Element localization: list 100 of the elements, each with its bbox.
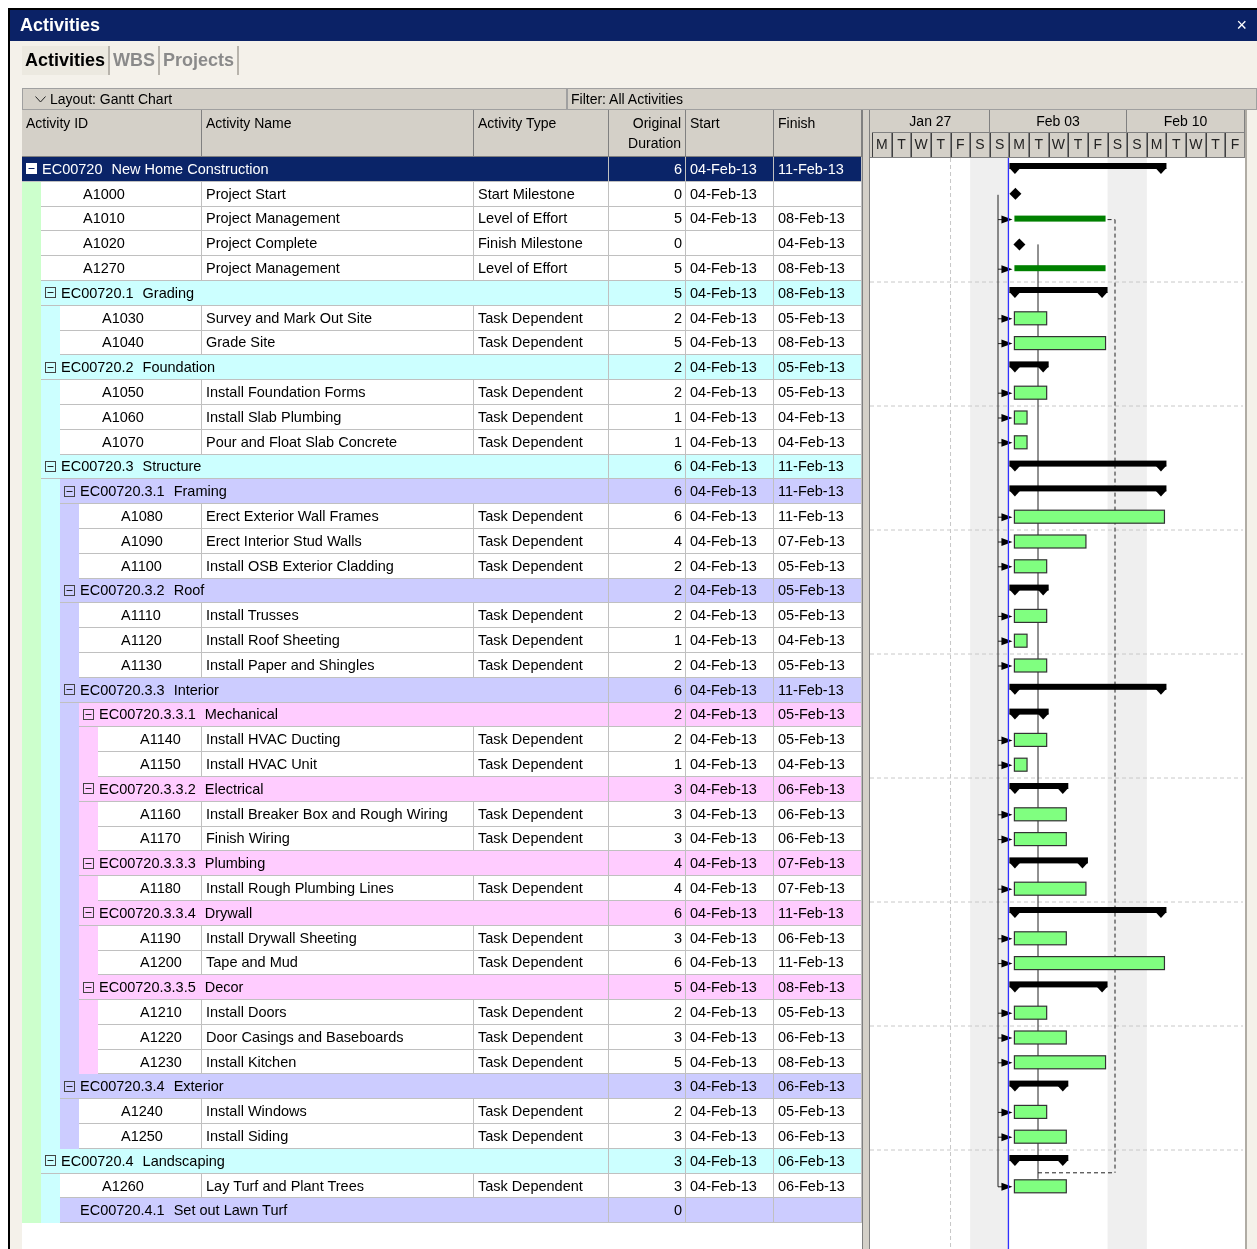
activity-name-cell: Erect Exterior Wall Frames	[202, 504, 474, 529]
tab[interactable]: Activities	[22, 46, 111, 75]
column-header[interactable]: Activity Type	[474, 110, 609, 157]
wbs-row[interactable]: EC00720.1 Grading 5 04-Feb-13 08-Feb-13	[22, 281, 862, 306]
collapse-toggle[interactable]	[64, 584, 75, 596]
day-header: F	[1087, 133, 1108, 157]
wbs-name: Structure	[142, 458, 202, 475]
caret-icon	[35, 95, 46, 103]
column-header[interactable]: Original Duration	[609, 110, 686, 157]
task-bar	[1013, 931, 1067, 946]
wbs-name: Set out Lawn Turf	[173, 1202, 288, 1219]
start-date-cell: 04-Feb-13	[686, 1000, 774, 1025]
column-header[interactable]: Activity ID	[22, 110, 202, 157]
relationship-arrow	[997, 761, 1013, 770]
activity-row[interactable]: A1200 Tape and Mud Task Dependent 6 04-Feb-13 11-Feb-13	[22, 950, 862, 976]
activity-row[interactable]: A1220 Door Casings and Baseboards Task Dependent 3 04-Feb-13 06-Feb-13	[22, 1024, 862, 1050]
activity-row[interactable]: A1110 Install Trusses Task Dependent 2 04-Feb-13 05-Feb-13	[22, 603, 862, 629]
collapse-toggle[interactable]	[64, 485, 75, 497]
activity-type-cell: Task Dependent	[474, 528, 609, 554]
activity-type-cell: Task Dependent	[474, 876, 609, 901]
wbs-row[interactable]: EC00720.3.3.1 Mechanical 2 04-Feb-13 05-Feb-13	[22, 702, 862, 728]
activity-row[interactable]: A1160 Install Breaker Box and Rough Wiring Task Dependent 3 04-Feb-13 06-Feb-13	[22, 801, 862, 827]
activity-id-cell: A1100	[79, 553, 202, 579]
collapse-toggle[interactable]	[83, 981, 94, 993]
wbs-row[interactable]: EC00720.3.3.2 Electrical 3 04-Feb-13 06-Feb-13	[22, 776, 862, 802]
task-bar	[1013, 807, 1067, 822]
activity-row[interactable]: A1070 Pour and Float Slab Concrete Task Dependent 1 04-Feb-13 04-Feb-13	[22, 429, 862, 455]
activity-row[interactable]: A1260 Lay Turf and Plant Trees Task Dependent 3 04-Feb-13 06-Feb-13	[22, 1173, 862, 1199]
activity-row[interactable]: A1010 Project Management Level of Effort 5 04-Feb-13 08-Feb-13	[22, 206, 862, 232]
activity-id-cell: A1070	[60, 429, 202, 455]
activity-row[interactable]: A1230 Install Kitchen Task Dependent 5 04-Feb-13 08-Feb-13	[22, 1049, 862, 1075]
activity-id-cell: A1210	[98, 1000, 202, 1025]
day-header: W	[1186, 133, 1206, 157]
activity-row[interactable]: A1000 Project Start Start Milestone 0 04-Feb-13	[22, 181, 862, 207]
pane-splitter[interactable]	[862, 110, 870, 1249]
duration-cell: 3	[609, 1148, 686, 1174]
activity-row[interactable]: A1120 Install Roof Sheeting Task Dependent 1 04-Feb-13 04-Feb-13	[22, 628, 862, 653]
task-bar	[1013, 559, 1048, 574]
activity-row[interactable]: A1270 Project Management Level of Effort 5 04-Feb-13 08-Feb-13	[22, 256, 862, 281]
start-date-cell: 04-Feb-13	[686, 404, 774, 430]
activity-row[interactable]: A1080 Erect Exterior Wall Frames Task Dependent 6 04-Feb-13 11-Feb-13	[22, 504, 862, 529]
activity-row[interactable]: A1020 Project Complete Finish Milestone 0 04-Feb-13	[22, 231, 862, 257]
activity-row[interactable]: A1180 Install Rough Plumbing Lines Task Dependent 4 04-Feb-13 07-Feb-13	[22, 876, 862, 901]
activity-row[interactable]: A1030 Survey and Mark Out Site Task Dependent 2 04-Feb-13 05-Feb-13	[22, 305, 862, 331]
activity-id-cell: A1270	[41, 256, 202, 281]
collapse-toggle[interactable]	[45, 460, 56, 472]
summary-bar	[1009, 1155, 1069, 1166]
activity-row[interactable]: A1130 Install Paper and Shingles Task Dependent 2 04-Feb-13 05-Feb-13	[22, 652, 862, 678]
collapse-toggle[interactable]	[45, 361, 56, 373]
duration-cell: 6	[609, 157, 686, 182]
collapse-toggle[interactable]	[83, 708, 94, 720]
column-header[interactable]: Activity Name	[202, 110, 474, 157]
milestone-diamond	[1009, 187, 1022, 200]
activity-row[interactable]: A1050 Install Foundation Forms Task Dependent 2 04-Feb-13 05-Feb-13	[22, 380, 862, 405]
wbs-row[interactable]: EC00720.3.3 Interior 6 04-Feb-13 11-Feb-13	[22, 677, 862, 703]
activity-row[interactable]: A1090 Erect Interior Stud Walls Task Dependent 4 04-Feb-13 07-Feb-13	[22, 528, 862, 554]
collapse-toggle[interactable]	[45, 1155, 56, 1167]
activity-row[interactable]: A1140 Install HVAC Ducting Task Dependent 2 04-Feb-13 05-Feb-13	[22, 727, 862, 753]
wbs-row[interactable]: EC00720 New Home Construction 6 04-Feb-13 11-Feb-13	[22, 157, 862, 182]
activity-row[interactable]: A1170 Finish Wiring Task Dependent 3 04-Feb-13 06-Feb-13	[22, 826, 862, 852]
collapse-toggle[interactable]	[45, 287, 56, 299]
layout-dropdown[interactable]: Layout: Gantt Chart	[22, 88, 567, 110]
wbs-code: EC00720.4.1	[80, 1202, 165, 1219]
activity-row[interactable]: A1100 Install OSB Exterior Cladding Task Dependent 2 04-Feb-13 05-Feb-13	[22, 553, 862, 579]
wbs-row[interactable]: EC00720.3.4 Exterior 3 04-Feb-13 06-Feb-13	[22, 1074, 862, 1100]
wbs-row[interactable]: EC00720.4.1 Set out Lawn Turf 0	[22, 1198, 862, 1224]
activity-row[interactable]: A1210 Install Doors Task Dependent 2 04-Feb-13 05-Feb-13	[22, 1000, 862, 1025]
wbs-row[interactable]: EC00720.2 Foundation 2 04-Feb-13 05-Feb-13	[22, 355, 862, 381]
collapse-toggle[interactable]	[64, 1080, 75, 1092]
wbs-row[interactable]: EC00720.4 Landscaping 3 04-Feb-13 06-Feb-13	[22, 1148, 862, 1174]
column-header[interactable]: Finish	[774, 110, 862, 157]
relationship-arrow	[997, 1133, 1013, 1142]
wbs-row[interactable]: EC00720.3.3.4 Drywall 6 04-Feb-13 11-Feb-13	[22, 900, 862, 926]
duration-cell: 0	[609, 1198, 686, 1224]
activity-row[interactable]: A1250 Install Siding Task Dependent 3 04-Feb-13 06-Feb-13	[22, 1124, 862, 1149]
wbs-row[interactable]: EC00720.3.2 Roof 2 04-Feb-13 05-Feb-13	[22, 578, 862, 604]
wbs-name: Interior	[173, 681, 219, 698]
wbs-code: EC00720.3.3	[80, 681, 165, 698]
activity-row[interactable]: A1240 Install Windows Task Dependent 2 04-Feb-13 05-Feb-13	[22, 1099, 862, 1125]
close-button[interactable]: ×	[1234, 15, 1249, 36]
collapse-toggle[interactable]	[64, 684, 75, 696]
collapse-toggle[interactable]	[83, 857, 94, 869]
collapse-toggle[interactable]	[83, 783, 94, 795]
wbs-row[interactable]: EC00720.3 Structure 6 04-Feb-13 11-Feb-13	[22, 454, 862, 480]
activity-row[interactable]: A1040 Grade Site Task Dependent 5 04-Feb-13 08-Feb-13	[22, 330, 862, 356]
activity-row[interactable]: A1060 Install Slab Plumbing Task Dependent 1 04-Feb-13 04-Feb-13	[22, 404, 862, 430]
relationship-arrow	[997, 934, 1013, 943]
activity-row[interactable]: A1190 Install Drywall Sheeting Task Dependent 3 04-Feb-13 06-Feb-13	[22, 925, 862, 951]
activity-row[interactable]: A1150 Install HVAC Unit Task Dependent 1 04-Feb-13 04-Feb-13	[22, 752, 862, 777]
start-date-cell: 04-Feb-13	[686, 256, 774, 281]
column-header[interactable]: Start	[686, 110, 774, 157]
wbs-row[interactable]: EC00720.3.3.5 Decor 5 04-Feb-13 08-Feb-13	[22, 975, 862, 1001]
wbs-row[interactable]: EC00720.3.1 Framing 6 04-Feb-13 11-Feb-13	[22, 479, 862, 505]
wbs-code: EC00720.3.4	[80, 1078, 165, 1095]
day-header: S	[970, 133, 990, 157]
collapse-toggle[interactable]	[83, 907, 94, 919]
activity-id-cell: A1090	[79, 528, 202, 554]
start-date-cell: 04-Feb-13	[686, 528, 774, 554]
wbs-row[interactable]: EC00720.3.3.3 Plumbing 4 04-Feb-13 07-Feb-13	[22, 851, 862, 877]
duration-cell: 2	[609, 553, 686, 579]
